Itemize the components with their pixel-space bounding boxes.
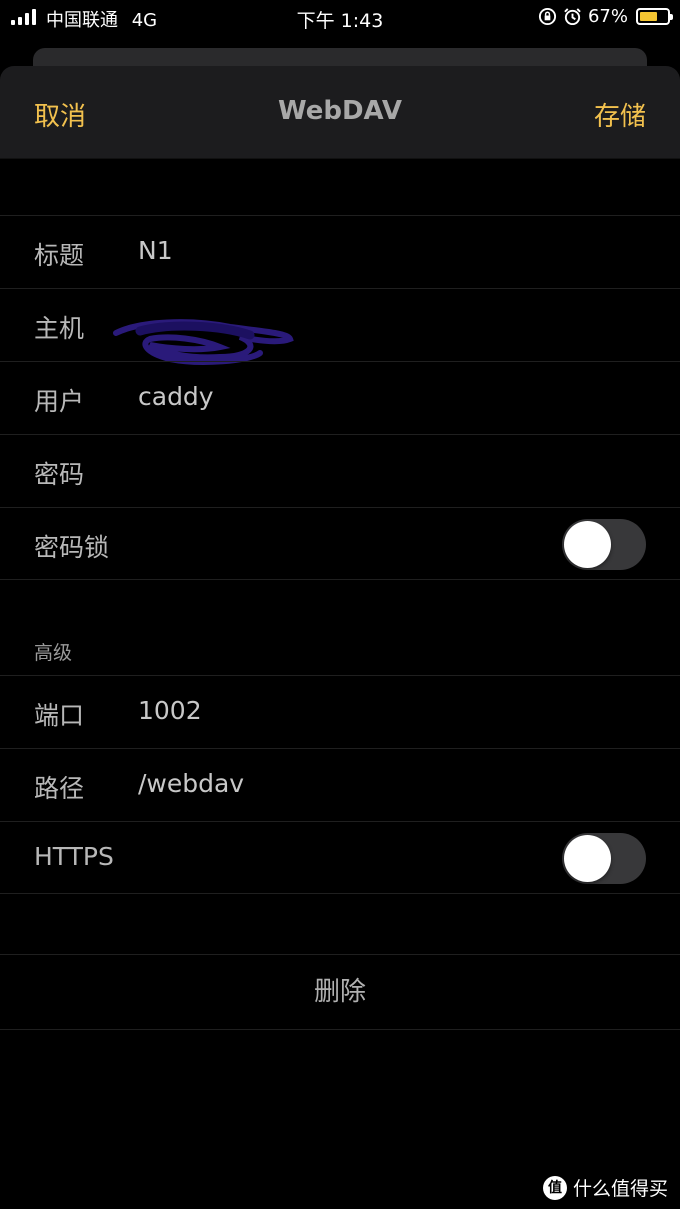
password-lock-label: 密码锁: [34, 533, 110, 562]
user-row[interactable]: 用户 caddy: [0, 361, 680, 434]
user-label: 用户: [34, 387, 85, 416]
user-field[interactable]: caddy: [138, 382, 214, 411]
watermark-logo-icon: 值: [542, 1175, 567, 1200]
page-title: WebDAV: [277, 96, 403, 126]
https-row: HTTPS: [0, 821, 680, 894]
port-label: 端口: [34, 701, 85, 730]
port-field[interactable]: 1002: [138, 696, 202, 725]
battery-icon: [636, 8, 673, 25]
port-row[interactable]: 端口 1002: [0, 675, 680, 748]
password-lock-row: 密码锁: [0, 507, 680, 580]
password-label: 密码: [34, 460, 85, 489]
status-bar: 中国联通 4G 下午 1:43 67%: [0, 0, 680, 36]
watermark: 值 什么值得买: [542, 1174, 668, 1201]
alarm-icon: [564, 8, 581, 26]
title-field[interactable]: N1: [138, 236, 173, 265]
lock-rotation-icon: [538, 7, 557, 26]
toggle-knob: [564, 835, 611, 882]
https-label: HTTPS: [34, 842, 114, 871]
navigation-bar: 取消 WebDAV 存储: [0, 66, 680, 159]
battery-level: [640, 12, 658, 21]
watermark-text: 什么值得买: [572, 1178, 668, 1200]
save-button[interactable]: 存储: [594, 96, 646, 133]
webdav-settings-sheet: 取消 WebDAV 存储 标题 N1 主机 用户 caddy 密码 密码锁 高级…: [0, 66, 680, 1209]
title-label: 标题: [34, 241, 85, 270]
path-label: 路径: [34, 774, 85, 803]
https-toggle[interactable]: [562, 833, 646, 884]
battery-percent: 67%: [587, 6, 628, 27]
host-row[interactable]: 主机: [0, 288, 680, 365]
toggle-knob: [564, 521, 611, 568]
password-lock-toggle[interactable]: [562, 519, 646, 570]
title-row[interactable]: 标题 N1: [0, 215, 680, 288]
delete-button[interactable]: 删除: [0, 954, 680, 1030]
path-row[interactable]: 路径 /webdav: [0, 748, 680, 821]
path-field[interactable]: /webdav: [138, 769, 244, 798]
redaction-scribble: [113, 319, 294, 365]
advanced-settings-group: 端口 1002 路径 /webdav HTTPS: [0, 675, 680, 894]
status-right: 67%: [538, 6, 673, 27]
password-row[interactable]: 密码: [0, 434, 680, 507]
advanced-section-header: 高级: [34, 642, 73, 664]
basic-settings-group: 标题 N1 主机 用户 caddy 密码 密码锁: [0, 215, 680, 580]
host-label: 主机: [34, 314, 85, 343]
